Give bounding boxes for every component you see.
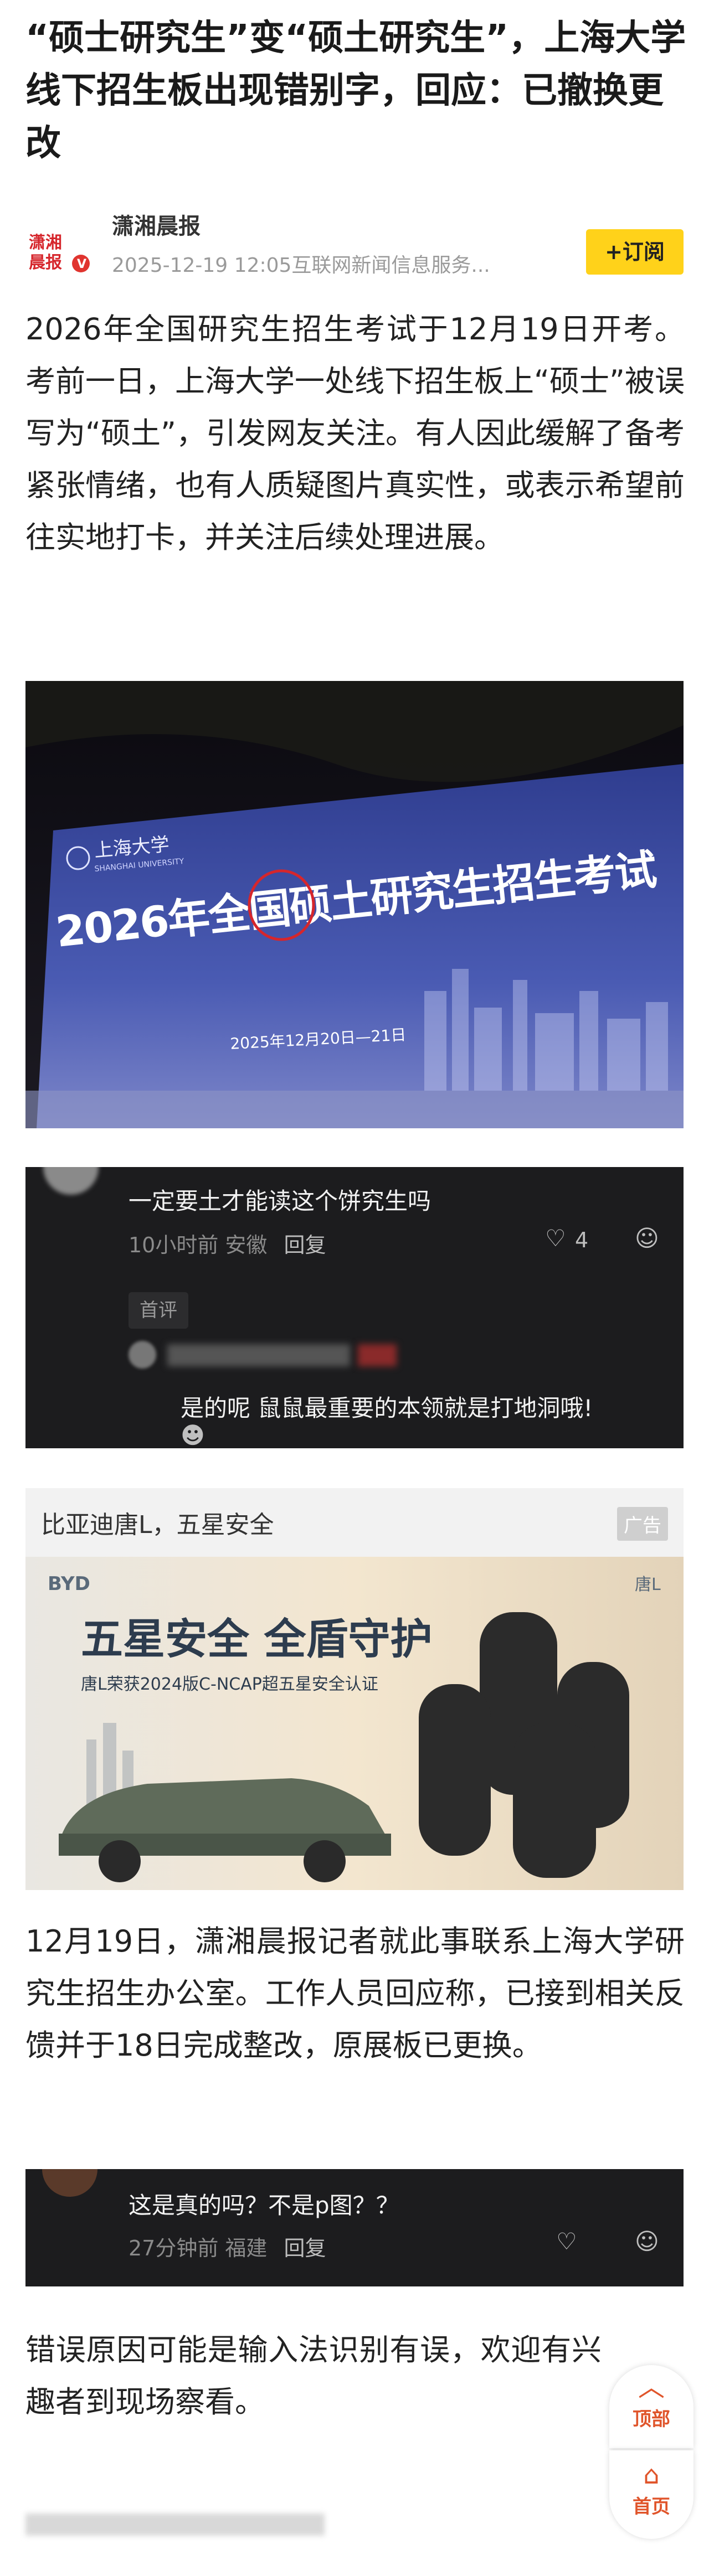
article-paragraph-3: 错误原因可能是输入法识别有误，欢迎有兴趣者到现场察看。: [25, 2332, 602, 2419]
comment-reply-button-2[interactable]: 回复: [284, 2236, 326, 2260]
article-paragraph-2: 12月19日，潇湘晨报记者就此事联系上海大学研究生招生办公室。工作人员回应称，已…: [25, 1924, 685, 2063]
ad-brand: BYD: [48, 1573, 90, 1595]
reply-badge: [358, 1344, 397, 1366]
ad-subline: 唐L荣获2024版C-NCAP超五星安全认证: [81, 1675, 378, 1694]
reply-username: [167, 1344, 350, 1366]
comment-time: 10小时前 安徽: [129, 1233, 268, 1257]
reply-text: 是的呢 鼠鼠最重要的本领就是打地洞哦!: [181, 1395, 593, 1422]
blurred-footer-text: [25, 2513, 325, 2536]
comment-time-2: 27分钟前 福建: [129, 2236, 268, 2260]
home-icon: ⌂: [643, 2460, 660, 2490]
logo-text-1: 潇湘: [29, 233, 62, 252]
ad-headline: 五星安全 全盾守护: [81, 1614, 432, 1664]
comment-meta: 10小时前 安徽 回复: [129, 1228, 326, 1258]
ad-model: 唐L: [635, 1575, 661, 1594]
author-name[interactable]: 潇湘晨报: [112, 208, 201, 240]
verified-badge-text: V: [77, 257, 86, 271]
publish-meta: 2025-12-19 12:05互联网新闻信息服务...: [112, 254, 490, 277]
like-icon-2[interactable]: ♡: [556, 2228, 577, 2255]
first-comment-tag: 首评: [129, 1292, 188, 1329]
publisher-logo[interactable]: 潇湘 晨报 V: [25, 227, 92, 277]
commenter-avatar[interactable]: [43, 1167, 99, 1195]
home-label: 首页: [633, 2496, 670, 2518]
article-photo[interactable]: 上海大学 SHANGHAI UNIVERSITY 2026年全国硕土研究生招生考…: [25, 681, 684, 1128]
reply-avatar[interactable]: [129, 1341, 156, 1369]
banner-photo-svg: 上海大学 SHANGHAI UNIVERSITY 2026年全国硕土研究生招生考…: [25, 681, 684, 1128]
comment-text: 一定要土才能读这个饼究生吗: [129, 1188, 431, 1215]
ad-image-svg: BYD 唐L 五星安全 全盾守护 唐L荣获2024版C-NCAP超五星安全认证: [25, 1557, 684, 1890]
emoji-face-icon: ☻: [181, 1422, 205, 1448]
logo-text-2: 晨报: [29, 253, 62, 272]
back-to-top-label: 顶部: [633, 2408, 670, 2430]
comment-card-1: 一定要土才能读这个饼究生吗 10小时前 安徽 回复 ♡ 4 ☺ 首评 是的呢 鼠鼠…: [25, 1167, 684, 1448]
author-row: 潇湘 晨报 V 潇湘晨报 2025-12-19 12:05互联网新闻信息服务..…: [25, 206, 684, 278]
like-icon[interactable]: ♡: [545, 1225, 566, 1252]
comment-text-2: 这是真的吗？不是p图？？: [129, 2192, 399, 2219]
like-count: 4: [575, 1228, 589, 1252]
article-paragraph-1: 2026年全国研究生招生考试于12月19日开考。考前一日，上海大学一处线下招生板…: [25, 312, 685, 555]
comment-meta-2: 27分钟前 福建 回复: [129, 2231, 326, 2262]
ad-badge: 广告: [617, 1507, 668, 1541]
ad-image[interactable]: BYD 唐L 五星安全 全盾守护 唐L荣获2024版C-NCAP超五星安全认证: [25, 1557, 684, 1890]
comment-card-2: 这是真的吗？不是p图？？ 27分钟前 福建 回复 ♡ ☺: [25, 2169, 684, 2286]
article-title: “硕士研究生”变“硕土研究生”，上海大学线下招生板出现错别字，回应：已撤换更改: [25, 18, 686, 164]
ad-title[interactable]: 比亚迪唐L，五星安全: [41, 1505, 274, 1540]
emoji-icon-2[interactable]: ☺: [635, 2228, 659, 2255]
chevron-up-icon: ︿: [638, 2372, 665, 2403]
ad-header[interactable]: 比亚迪唐L，五星安全 广告: [25, 1488, 684, 1557]
comment-reply-button[interactable]: 回复: [284, 1233, 326, 1257]
commenter-avatar-2[interactable]: [42, 2169, 97, 2197]
subscribe-button[interactable]: +订阅: [586, 229, 684, 275]
back-to-top-button[interactable]: ︿ 顶部: [609, 2365, 693, 2448]
emoji-icon[interactable]: ☺: [635, 1225, 659, 1252]
home-button[interactable]: ⌂ 首页: [609, 2450, 693, 2539]
